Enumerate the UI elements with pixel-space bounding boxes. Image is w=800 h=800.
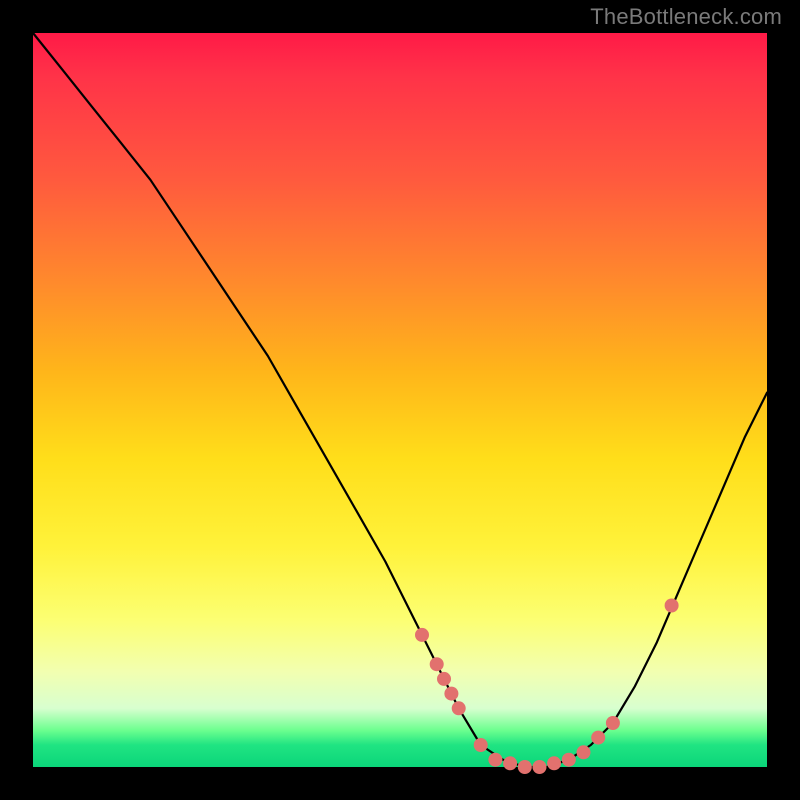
plot-area	[33, 33, 767, 767]
highlight-dot	[444, 687, 458, 701]
highlighted-points	[415, 599, 679, 775]
highlight-dot	[562, 753, 576, 767]
highlight-dot	[547, 756, 561, 770]
chart-svg	[33, 33, 767, 767]
chart-frame: TheBottleneck.com	[0, 0, 800, 800]
highlight-dot	[577, 745, 591, 759]
highlight-dot	[452, 701, 466, 715]
highlight-dot	[474, 738, 488, 752]
highlight-dot	[503, 756, 517, 770]
highlight-dot	[533, 760, 547, 774]
bottleneck-curve	[33, 33, 767, 767]
highlight-dot	[665, 599, 679, 613]
highlight-dot	[591, 731, 605, 745]
highlight-dot	[606, 716, 620, 730]
highlight-dot	[430, 657, 444, 671]
highlight-dot	[518, 760, 532, 774]
bottleneck-curve-path	[33, 33, 767, 767]
highlight-dot	[488, 753, 502, 767]
watermark-text: TheBottleneck.com	[590, 4, 782, 30]
highlight-dot	[437, 672, 451, 686]
highlight-dot	[415, 628, 429, 642]
